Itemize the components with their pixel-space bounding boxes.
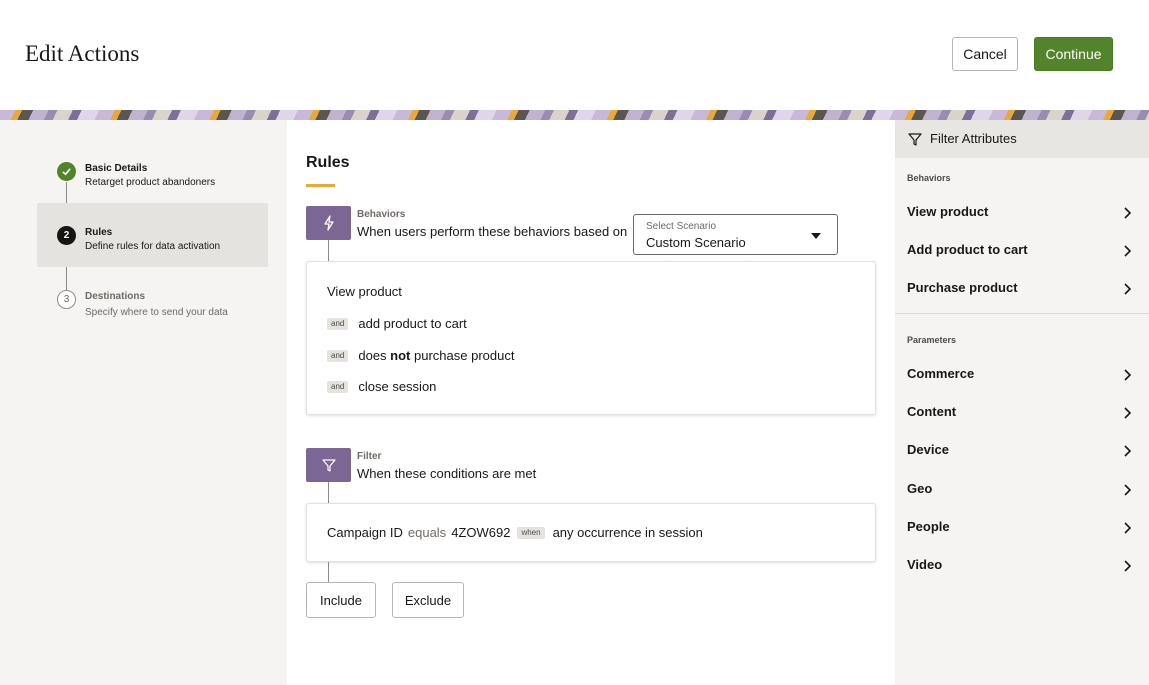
filter-attribute: Campaign ID: [327, 525, 403, 540]
connector-line: [328, 482, 329, 503]
step-number: 3: [57, 290, 76, 309]
and-tag: and: [327, 349, 349, 362]
attr-label: Commerce: [907, 366, 975, 381]
behavior-first[interactable]: View product: [327, 284, 402, 299]
continue-button[interactable]: Continue: [1034, 37, 1113, 71]
attr-view-product[interactable]: View product: [895, 196, 1149, 226]
page-title: Edit Actions: [25, 41, 140, 66]
condition-text: close session: [358, 379, 437, 394]
attr-device[interactable]: Device: [895, 434, 1149, 464]
filter-condition[interactable]: Campaign ID equals 4ZOW692 when any occu…: [327, 525, 703, 540]
chevron-right-icon: [1123, 244, 1132, 262]
chevron-right-icon: [1123, 406, 1132, 424]
filter-text: When these conditions are met: [357, 466, 537, 481]
exclude-button[interactable]: Exclude: [392, 582, 464, 618]
step-basic-details[interactable]: Basic Details Retarget product abandoner…: [37, 139, 268, 203]
and-tag: and: [327, 380, 349, 393]
lightning-icon: [306, 206, 351, 240]
condition-post: purchase product: [410, 348, 515, 363]
behaviors-group-label: Behaviors: [907, 173, 951, 183]
behavior-condition[interactable]: and close session: [327, 379, 436, 394]
connector-line: [328, 562, 329, 582]
attr-purchase-product[interactable]: Purchase product: [895, 272, 1149, 302]
behavior-condition[interactable]: and add product to cart: [327, 316, 467, 331]
behaviors-card: View product and add product to cart and…: [306, 261, 876, 415]
header: Edit Actions Cancel Continue: [0, 0, 1149, 110]
decorative-banner: [0, 110, 1149, 120]
behavior-text: View product: [327, 284, 402, 299]
chevron-right-icon: [1123, 368, 1132, 386]
condition-text: does not purchase product: [358, 348, 514, 363]
chevron-right-icon: [1123, 444, 1132, 462]
behaviors-text: When users perform these behaviors based…: [357, 224, 628, 239]
filter-icon: [908, 132, 922, 151]
attr-video[interactable]: Video: [895, 549, 1149, 579]
attr-label: Video: [907, 557, 943, 572]
filter-label: Filter: [357, 451, 382, 462]
attr-label: Geo: [907, 481, 933, 496]
behaviors-label: Behaviors: [357, 209, 406, 220]
step-title: Basic Details: [85, 163, 148, 174]
filter-attributes-title: Filter Attributes: [930, 131, 1017, 146]
attr-label: People: [907, 519, 950, 534]
filter-operator: equals: [407, 525, 447, 540]
filter-attributes-header: Filter Attributes: [895, 120, 1149, 158]
filter-value: 4ZOW692: [451, 525, 511, 540]
chevron-right-icon: [1123, 521, 1132, 539]
condition-pre: does: [358, 348, 391, 363]
step-subtitle: Retarget product abandoners: [85, 177, 216, 188]
scenario-label: Select Scenario: [646, 221, 717, 232]
condition-text: add product to cart: [358, 316, 467, 331]
funnel-icon: [306, 448, 351, 482]
condition-emphasis: not: [390, 348, 411, 363]
filter-card: Campaign ID equals 4ZOW692 when any occu…: [306, 503, 876, 562]
behavior-condition[interactable]: and does not purchase product: [327, 348, 514, 363]
include-button[interactable]: Include: [306, 582, 376, 618]
divider: [895, 313, 1149, 314]
attr-people[interactable]: People: [895, 511, 1149, 541]
attr-add-product-to-cart[interactable]: Add product to cart: [895, 234, 1149, 264]
attr-geo[interactable]: Geo: [895, 473, 1149, 503]
attr-label: View product: [907, 204, 989, 219]
when-tag: when: [517, 526, 545, 539]
attr-label: Device: [907, 442, 949, 457]
parameters-group-label: Parameters: [907, 335, 957, 345]
attr-content[interactable]: Content: [895, 396, 1149, 426]
step-subtitle: Define rules for data activation: [85, 241, 221, 252]
step-title: Rules: [85, 227, 113, 238]
step-number: 2: [57, 226, 76, 245]
filter-attributes-panel: Filter Attributes Behaviors View product…: [895, 120, 1149, 685]
steps-panel: Basic Details Retarget product abandoner…: [0, 120, 287, 685]
scenario-select[interactable]: Select Scenario Custom Scenario: [633, 214, 838, 255]
checkmark-icon: [57, 162, 76, 181]
caret-down-icon: [811, 233, 821, 239]
step-rules[interactable]: 2 Rules Define rules for data activation: [37, 203, 268, 267]
step-destinations[interactable]: 3 Destinations Specify where to send you…: [37, 267, 268, 331]
chevron-right-icon: [1123, 282, 1132, 300]
attr-label: Add product to cart: [907, 242, 1028, 257]
step-subtitle: Specify where to send your data: [85, 307, 228, 318]
attr-label: Content: [907, 404, 957, 419]
step-title: Destinations: [85, 291, 146, 302]
rules-main: Rules Behaviors When users perform these…: [287, 120, 895, 685]
filter-scope: any occurrence in session: [552, 525, 703, 540]
chevron-right-icon: [1123, 483, 1132, 501]
title-underline: [306, 184, 335, 187]
connector-line: [328, 240, 329, 261]
attr-label: Purchase product: [907, 280, 1018, 295]
attr-commerce[interactable]: Commerce: [895, 358, 1149, 388]
chevron-right-icon: [1123, 559, 1132, 577]
cancel-button[interactable]: Cancel: [952, 37, 1018, 71]
scenario-value: Custom Scenario: [646, 235, 746, 250]
chevron-right-icon: [1123, 206, 1132, 224]
and-tag: and: [327, 317, 349, 330]
section-title: Rules: [306, 154, 350, 171]
